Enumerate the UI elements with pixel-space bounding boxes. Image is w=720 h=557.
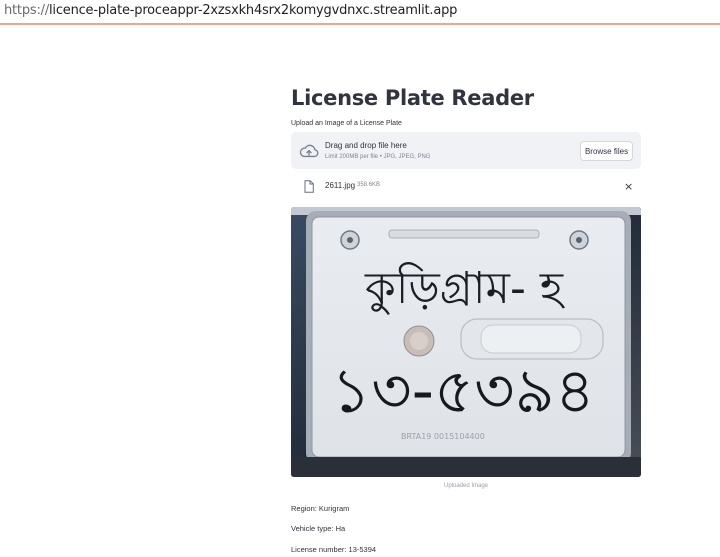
upload-label: Upload an Image of a License Plate	[291, 120, 402, 127]
plate-top-text: কুড়িগ্রাম- হ	[364, 262, 566, 315]
region-result: Region: Kurigram	[291, 504, 350, 513]
browser-address-bar[interactable]: https://licence-plate-proceappr-2xzsxkh4…	[0, 0, 720, 22]
file-dropzone[interactable]: Drag and drop file here Limit 200MB per …	[291, 132, 641, 169]
file-name: 2611.jpg	[325, 181, 356, 190]
file-size: 358.6KB	[357, 182, 381, 188]
uploaded-file-row: 2611.jpg 358.6KB ×	[291, 178, 641, 196]
uploaded-image: কুড়িগ্রাম- হ ১৩-৫৩৯৪ BRTA19 0015104400	[291, 207, 641, 477]
header-decoration	[0, 23, 720, 25]
remove-file-button[interactable]: ×	[624, 180, 633, 193]
page-title: License Plate Reader	[291, 86, 534, 110]
url-path: licence-plate-proceappr-2xzsxkh4srx2komy…	[49, 3, 458, 18]
cloud-upload-icon	[299, 144, 319, 158]
url-text[interactable]: https://licence-plate-proceappr-2xzsxkh4…	[4, 3, 457, 18]
dropzone-limit: Limit 200MB per file • JPG, JPEG, PNG	[325, 154, 431, 160]
image-caption: Uploaded Image	[443, 483, 489, 489]
license-number-result: License number: 13-5394	[291, 545, 377, 554]
browse-files-button[interactable]: Browse files	[580, 141, 633, 161]
url-scheme: https://	[4, 3, 49, 18]
file-icon	[304, 180, 314, 193]
plate-small-text: BRTA19 0015104400	[401, 432, 485, 441]
vehicle-type-result: Vehicle type: Ha	[291, 524, 346, 533]
plate-number-text: ১৩-৫৩৯৪	[331, 354, 595, 427]
dropzone-instructions: Drag and drop file here	[325, 141, 407, 150]
license-plate-photo: কুড়িগ্রাম- হ ১৩-৫৩৯৪ BRTA19 0015104400	[291, 207, 641, 477]
